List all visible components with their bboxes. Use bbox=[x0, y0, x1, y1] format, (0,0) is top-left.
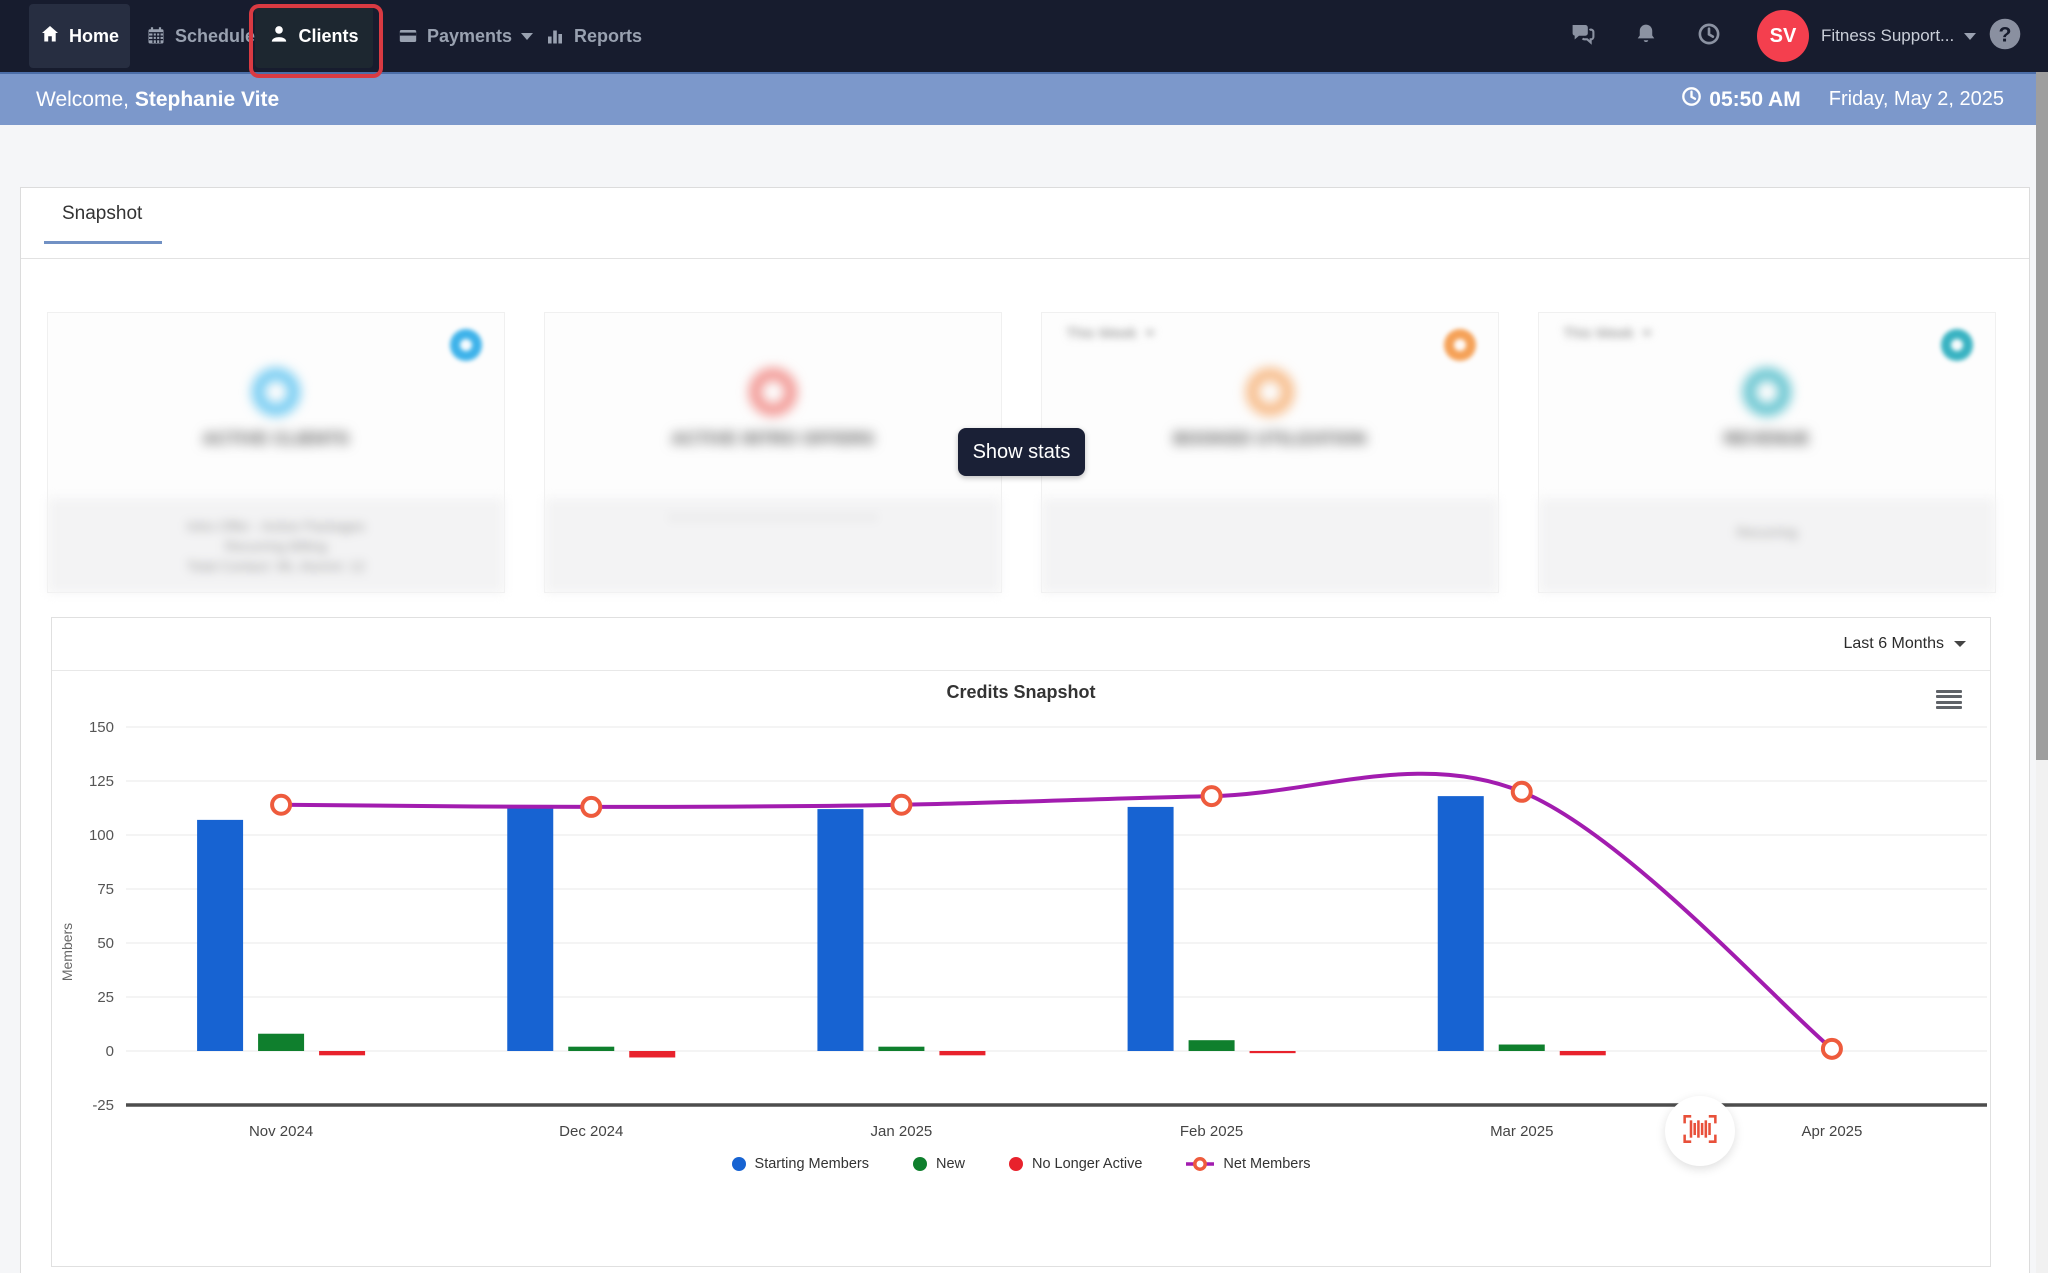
donut-icon bbox=[1744, 369, 1790, 415]
chat-button[interactable] bbox=[1570, 0, 1596, 72]
card-badge-icon[interactable] bbox=[1941, 329, 1973, 361]
nav-item-reports[interactable]: Reports bbox=[545, 0, 642, 72]
clock-icon bbox=[1681, 86, 1702, 113]
stat-card-revenue: This Week REVENUE Recurring bbox=[1538, 312, 1996, 593]
bell-icon bbox=[1634, 22, 1658, 51]
tab-snapshot[interactable]: Snapshot bbox=[62, 203, 142, 225]
svg-text:125: 125 bbox=[89, 773, 114, 790]
nav-item-home[interactable]: Home bbox=[29, 4, 130, 68]
svg-text:Feb 2025: Feb 2025 bbox=[1180, 1123, 1243, 1140]
nav-item-clients[interactable]: Clients bbox=[255, 4, 373, 68]
card-footer: – – – – – – – – – – – – – – – – – – bbox=[545, 498, 1001, 593]
svg-text:Nov 2024: Nov 2024 bbox=[249, 1123, 313, 1140]
card-title: ACTIVE CLIENTS bbox=[202, 429, 350, 448]
scrollbar-track[interactable] bbox=[2036, 72, 2048, 1273]
barcode-logo-icon bbox=[1682, 1113, 1718, 1150]
tab-active-underline bbox=[44, 241, 162, 244]
legend-item: No Longer Active bbox=[1008, 1156, 1142, 1172]
card-badge-icon[interactable] bbox=[450, 329, 482, 361]
scrollbar-thumb[interactable] bbox=[2036, 72, 2048, 760]
svg-text:Mar 2025: Mar 2025 bbox=[1490, 1123, 1553, 1140]
nav-item-schedule[interactable]: Schedule bbox=[146, 0, 255, 72]
show-stats-button[interactable]: Show stats bbox=[958, 428, 1085, 476]
history-button[interactable] bbox=[1697, 0, 1721, 72]
stat-card-active-clients: ACTIVE CLIENTS Intro Offer - Active Pack… bbox=[47, 312, 505, 593]
svg-text:75: 75 bbox=[97, 881, 114, 898]
help-button[interactable]: ? bbox=[1988, 0, 2022, 72]
nav-label-payments: Payments bbox=[427, 25, 513, 46]
person-icon bbox=[269, 24, 289, 49]
svg-text:-25: -25 bbox=[92, 1097, 114, 1114]
current-date: Friday, May 2, 2025 bbox=[1828, 88, 2004, 110]
help-icon: ? bbox=[1988, 17, 2022, 56]
svg-text:25: 25 bbox=[97, 989, 114, 1006]
chat-icon bbox=[1570, 21, 1596, 52]
donut-icon bbox=[253, 369, 299, 415]
credit-card-icon bbox=[398, 26, 418, 46]
account-name-label: Fitness Support... bbox=[1821, 26, 1955, 45]
card-footer: Recurring bbox=[1539, 498, 1995, 593]
chart-svg: 150 125 100 75 50 25 0 -25 Members Nov 2024 Dec 20… bbox=[59, 719, 1987, 1140]
welcome-user-name: Stephanie Vite bbox=[134, 87, 280, 111]
nav-label-reports: Reports bbox=[574, 25, 643, 46]
range-selector[interactable]: Last 6 Months bbox=[1844, 618, 1966, 670]
main-panel: Snapshot ACTIVE CLIENTS Intro Offer - Ac… bbox=[20, 187, 2030, 1273]
clock-icon bbox=[1697, 22, 1721, 51]
card-title: ACTIVE INTRO OFFERS bbox=[671, 429, 875, 448]
loading-logo-badge bbox=[1665, 1096, 1735, 1166]
home-icon bbox=[40, 24, 60, 49]
avatar-initials: SV bbox=[1769, 24, 1797, 47]
period-selector[interactable]: This Week bbox=[1066, 325, 1155, 342]
nav-item-payments[interactable]: Payments bbox=[398, 0, 534, 72]
chart-header: Last 6 Months bbox=[52, 618, 1990, 671]
donut-icon bbox=[750, 369, 796, 415]
nav-label-clients: Clients bbox=[298, 25, 359, 46]
svg-text:100: 100 bbox=[89, 827, 114, 844]
legend-item: Net Members bbox=[1186, 1156, 1310, 1172]
legend-item: New bbox=[912, 1156, 965, 1172]
legend-item: Starting Members bbox=[731, 1156, 869, 1172]
card-title: BOOKED UTILIZATION bbox=[1173, 429, 1367, 448]
svg-text:50: 50 bbox=[97, 935, 114, 952]
credits-snapshot-panel: Last 6 Months Credits Snapshot 150 125 100… bbox=[51, 617, 1991, 1267]
bar-chart-icon bbox=[545, 26, 565, 46]
nav-label-home: Home bbox=[68, 25, 119, 46]
donut-icon bbox=[1247, 369, 1293, 415]
svg-text:150: 150 bbox=[89, 719, 114, 736]
chevron-down-icon bbox=[521, 32, 534, 40]
account-menu[interactable]: Fitness Support... bbox=[1821, 0, 1977, 72]
top-navbar: Home Schedule Clients Payments Reports S… bbox=[0, 0, 2048, 78]
chart-title: Credits Snapshot bbox=[946, 682, 1096, 702]
avatar[interactable]: SV bbox=[1757, 10, 1809, 62]
period-selector[interactable]: This Week bbox=[1563, 325, 1652, 342]
card-footer: Intro Offer - Active Packages Recurring … bbox=[48, 498, 504, 593]
svg-text:Apr 2025: Apr 2025 bbox=[1801, 1123, 1862, 1140]
calendar-icon bbox=[146, 26, 166, 46]
stat-card-active-intro-offers: ACTIVE INTRO OFFERS – – – – – – – – – – … bbox=[544, 312, 1002, 593]
svg-text:Jan 2025: Jan 2025 bbox=[871, 1123, 933, 1140]
notifications-button[interactable] bbox=[1634, 0, 1658, 72]
chart-menu-button[interactable] bbox=[1936, 690, 1962, 709]
svg-text:0: 0 bbox=[106, 1043, 114, 1060]
svg-text:Members: Members bbox=[59, 923, 75, 981]
svg-text:?: ? bbox=[1999, 22, 2012, 46]
card-footer bbox=[1042, 498, 1498, 593]
chevron-down-icon bbox=[1964, 32, 1977, 40]
chevron-down-icon bbox=[1954, 641, 1966, 647]
card-badge-icon[interactable] bbox=[1444, 329, 1476, 361]
card-title: REVENUE bbox=[1724, 429, 1810, 448]
tab-divider bbox=[21, 258, 2029, 259]
welcome-bar: Welcome, Stephanie Vite 05:50 AM Friday,… bbox=[0, 72, 2048, 125]
welcome-message: Welcome, Stephanie Vite bbox=[36, 87, 280, 111]
stat-card-booked-utilization: This Week BOOKED UTILIZATION bbox=[1041, 312, 1499, 593]
nav-label-schedule: Schedule bbox=[175, 25, 256, 46]
app-root: Home Schedule Clients Payments Reports S… bbox=[0, 0, 2048, 1273]
current-time: 05:50 AM bbox=[1681, 86, 1801, 113]
svg-text:Dec 2024: Dec 2024 bbox=[559, 1123, 623, 1140]
